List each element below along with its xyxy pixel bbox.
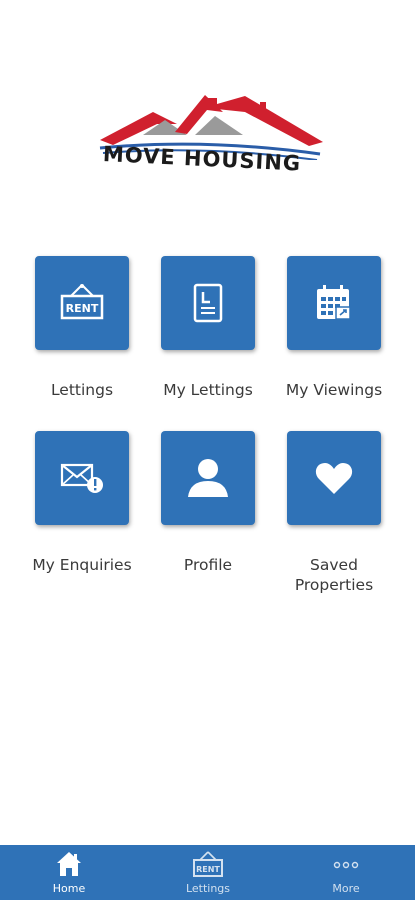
tile-my-lettings[interactable]: My Lettings [145, 256, 271, 400]
tile-profile-label: Profile [183, 556, 233, 574]
calendar-icon [317, 285, 351, 320]
more-dots-icon [333, 861, 359, 869]
tile-lettings-label: Lettings [50, 381, 114, 399]
tile-saved-properties[interactable]: Saved Properties [271, 431, 397, 595]
tile-my-enquiries[interactable]: My Enquiries [19, 431, 145, 575]
heart-icon [315, 463, 353, 494]
home-screen: MOVE HOUSING RENT Lettings My Lettings M… [0, 0, 415, 900]
nav-item-home-label: Home [52, 882, 86, 895]
svg-text:RENT: RENT [66, 302, 99, 315]
envelope-alert-icon [60, 463, 103, 493]
tile-my-viewings-button[interactable] [287, 256, 381, 350]
user-icon [188, 459, 228, 497]
tile-saved-properties-label: Saved Properties [294, 556, 374, 594]
tile-saved-properties-button[interactable] [287, 431, 381, 525]
document-icon [193, 283, 223, 323]
rent-sign-icon: RENT [193, 851, 223, 877]
tile-profile[interactable]: Profile [145, 431, 271, 575]
tile-my-lettings-button[interactable] [161, 256, 255, 350]
tile-my-enquiries-button[interactable] [35, 431, 129, 525]
svg-text:RENT: RENT [196, 865, 220, 874]
tile-lettings[interactable]: RENT Lettings [19, 256, 145, 400]
tile-my-lettings-label: My Lettings [163, 381, 253, 399]
tile-my-viewings-label: My Viewings [285, 381, 383, 399]
nav-item-more[interactable]: More [296, 845, 396, 900]
nav-item-lettings[interactable]: RENT Lettings [158, 845, 258, 900]
home-icon [57, 852, 81, 876]
tile-lettings-button[interactable]: RENT [35, 256, 129, 350]
nav-item-home[interactable]: Home [19, 845, 119, 900]
tile-my-enquiries-label: My Enquiries [32, 556, 132, 574]
nav-item-lettings-label: Lettings [185, 882, 231, 895]
bottom-navigation-bar: Home RENT Lettings More [0, 845, 415, 900]
tile-profile-button[interactable] [161, 431, 255, 525]
tile-my-viewings[interactable]: My Viewings [271, 256, 397, 400]
nav-item-more-label: More [332, 882, 360, 895]
rent-sign-icon: RENT [60, 284, 104, 320]
brand-logo: MOVE HOUSING [95, 90, 325, 190]
